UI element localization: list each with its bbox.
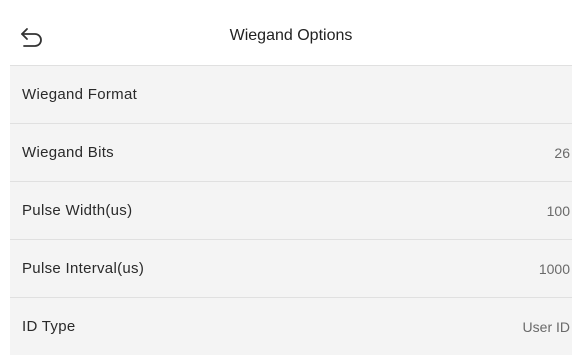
- option-row-wiegand-bits[interactable]: Wiegand Bits 26: [10, 123, 572, 181]
- option-value: 1000: [538, 261, 570, 277]
- back-arrow-icon: [21, 28, 42, 47]
- option-value: User ID: [522, 319, 570, 335]
- wiegand-options-screen: Wiegand Options Wiegand Format Wiegand B…: [10, 10, 572, 355]
- option-label: Pulse Interval(us): [22, 260, 145, 277]
- option-row-wiegand-format[interactable]: Wiegand Format: [10, 65, 572, 123]
- option-label: ID Type: [22, 318, 76, 335]
- option-row-id-type[interactable]: ID Type User ID: [10, 297, 572, 355]
- option-row-pulse-width[interactable]: Pulse Width(us) 100: [10, 181, 572, 239]
- page-title: Wiegand Options: [229, 27, 353, 44]
- back-button[interactable]: [18, 24, 46, 50]
- header-bar: Wiegand Options: [10, 10, 572, 65]
- option-row-pulse-interval[interactable]: Pulse Interval(us) 1000: [10, 239, 572, 297]
- option-value: 26: [554, 145, 570, 161]
- option-label: Wiegand Bits: [22, 144, 114, 161]
- option-value: 100: [546, 203, 570, 219]
- options-list: Wiegand Format Wiegand Bits 26 Pulse Wid…: [10, 65, 572, 355]
- option-label: Wiegand Format: [22, 86, 138, 103]
- option-label: Pulse Width(us): [22, 202, 133, 219]
